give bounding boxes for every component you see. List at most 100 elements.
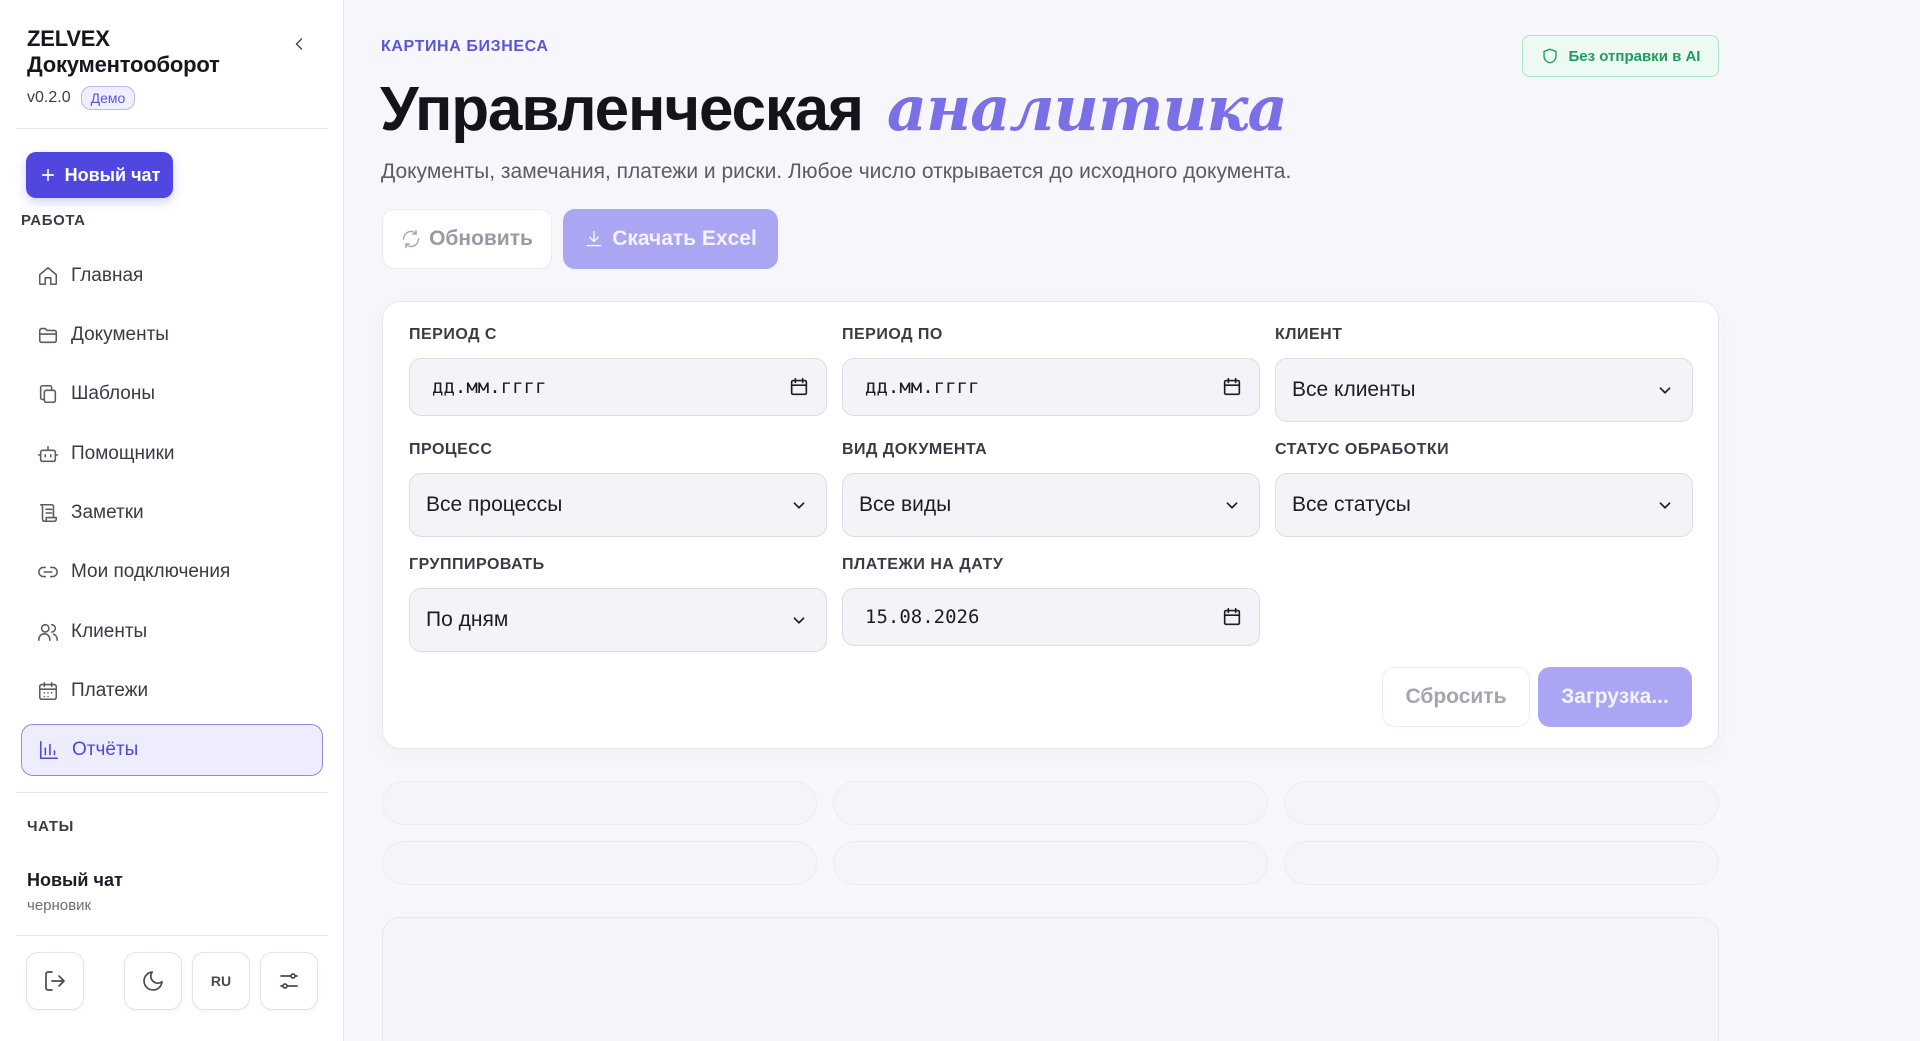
sidebar-item-label: Клиенты (71, 621, 148, 642)
status-select[interactable]: Все статусы (1275, 473, 1693, 537)
payments-date-value: 15.08.2026 (865, 606, 980, 628)
page-subtitle: Документы, замечания, платежи и риски. Л… (381, 160, 1292, 183)
section-label-work: РАБОТА (21, 212, 86, 229)
filter-label-period-from: ПЕРИОД С (409, 326, 497, 343)
group-by-select-value: По дням (426, 608, 509, 631)
chat-subtitle: черновик (27, 897, 92, 914)
filter-label-process: ПРОЦЕСС (409, 441, 493, 458)
home-icon (38, 266, 58, 286)
kpi-skeleton (1284, 841, 1719, 885)
period-to-input[interactable]: дд.мм.гггг (842, 358, 1260, 416)
scroll-icon (39, 503, 58, 523)
page-eyebrow: КАРТИНА БИЗНЕСА (381, 38, 549, 55)
doc-type-select-value: Все виды (859, 493, 952, 516)
refresh-button[interactable]: Обновить (382, 209, 552, 269)
demo-badge: Демо (80, 86, 136, 110)
reset-filters-button[interactable]: Сбросить (1382, 667, 1530, 727)
period-to-value: дд.мм.гггг (865, 376, 980, 398)
new-chat-label: Новый чат (64, 164, 161, 185)
sidebar-item-assistants[interactable]: Помощники (21, 428, 323, 480)
chevron-down-icon (793, 502, 805, 509)
logout-button[interactable] (26, 952, 84, 1010)
period-from-value: дд.мм.гггг (432, 376, 547, 398)
download-excel-label: Скачать Excel (612, 227, 757, 250)
doc-type-select[interactable]: Все виды (842, 473, 1260, 537)
filter-label-client: КЛИЕНТ (1275, 326, 1343, 343)
payments-date-input[interactable]: 15.08.2026 (842, 588, 1260, 646)
download-excel-button[interactable]: Скачать Excel (563, 209, 778, 269)
period-from-input[interactable]: дд.мм.гггг (409, 358, 827, 416)
language-label: RU (210, 973, 232, 989)
sidebar-item-label: Платежи (71, 680, 149, 701)
users-icon (38, 623, 58, 642)
sidebar-item-label: Шаблоны (71, 383, 156, 404)
calendar-icon[interactable] (1221, 376, 1243, 398)
brand-name: ZELVEX Документооборот (27, 26, 220, 77)
calendar-icon (38, 681, 58, 701)
calendar-icon[interactable] (788, 376, 810, 398)
filter-label-group-by: ГРУППИРОВАТЬ (409, 556, 545, 573)
page-title-main: Управленческая (380, 75, 864, 144)
download-icon (586, 230, 602, 247)
language-button[interactable]: RU (192, 952, 250, 1010)
new-chat-button[interactable]: Новый чат (26, 152, 173, 198)
sidebar-item-label: Главная (71, 265, 144, 286)
sidebar-item-label: Помощники (71, 443, 175, 464)
divider (16, 935, 328, 936)
filter-label-period-to: ПЕРИОД ПО (842, 326, 943, 343)
calendar-icon[interactable] (1221, 606, 1243, 628)
divider (16, 128, 328, 129)
sidebar-item-connections[interactable]: Мои подключения (21, 546, 323, 598)
refresh-label: Обновить (429, 227, 533, 250)
sidebar-item-templates[interactable]: Шаблоны (21, 368, 323, 420)
refresh-icon (402, 229, 420, 249)
sidebar-item-reports[interactable]: Отчёты (21, 724, 323, 776)
kpi-skeleton (382, 781, 817, 825)
process-select[interactable]: Все процессы (409, 473, 827, 537)
sidebar-item-notes[interactable]: Заметки (21, 487, 323, 539)
bar-chart-icon (39, 740, 59, 760)
sidebar-item-payments[interactable]: Платежи (21, 665, 323, 717)
filter-label-status: СТАТУС ОБРАБОТКИ (1275, 441, 1450, 458)
filter-label-payments-date: ПЛАТЕЖИ НА ДАТУ (842, 556, 1004, 573)
sidebar-item-label: Мои подключения (71, 561, 231, 582)
group-by-select[interactable]: По дням (409, 588, 827, 652)
page-title-accent: аналитика (886, 72, 1288, 145)
sidebar-item-label: Документы (71, 324, 169, 345)
sidebar-item-label: Отчёты (72, 739, 139, 760)
theme-toggle-button[interactable] (124, 952, 182, 1010)
chevron-down-icon (793, 617, 805, 624)
kpi-skeleton (1284, 781, 1719, 825)
copy-icon (39, 384, 57, 404)
sidebar: ZELVEX Документооборот v0.2.0 Демо Новый… (0, 0, 344, 1041)
privacy-badge: Без отправки в AI (1522, 35, 1719, 77)
section-label-chats: ЧАТЫ (27, 818, 74, 835)
sliders-icon (280, 973, 298, 989)
logout-icon (45, 971, 65, 991)
chevron-left-icon (295, 38, 303, 50)
filter-label-doc-type: ВИД ДОКУМЕНТА (842, 441, 988, 458)
settings-button[interactable] (260, 952, 318, 1010)
sidebar-item-label: Заметки (71, 502, 144, 523)
chevron-down-icon (1659, 502, 1671, 509)
moon-icon (143, 971, 163, 991)
kpi-skeleton (833, 781, 1268, 825)
sidebar-item-documents[interactable]: Документы (21, 309, 323, 361)
chat-title: Новый чат (27, 870, 123, 890)
privacy-badge-label: Без отправки в AI (1568, 47, 1701, 65)
client-select[interactable]: Все клиенты (1275, 358, 1693, 422)
sidebar-item-home[interactable]: Главная (21, 250, 323, 302)
chevron-down-icon (1659, 387, 1671, 394)
sidebar-item-clients[interactable]: Клиенты (21, 606, 323, 658)
folder-icon (38, 327, 58, 344)
chat-list-item[interactable]: Новый чат черновик (27, 870, 123, 914)
load-button[interactable]: Загрузка... (1538, 667, 1692, 727)
process-select-value: Все процессы (426, 493, 563, 516)
link-icon (38, 566, 58, 578)
kpi-skeleton (382, 841, 817, 885)
plus-icon (41, 168, 54, 182)
kpi-skeleton (833, 841, 1268, 885)
shield-icon (1542, 48, 1557, 64)
client-select-value: Все клиенты (1292, 378, 1416, 401)
collapse-sidebar-button[interactable] (289, 34, 309, 54)
